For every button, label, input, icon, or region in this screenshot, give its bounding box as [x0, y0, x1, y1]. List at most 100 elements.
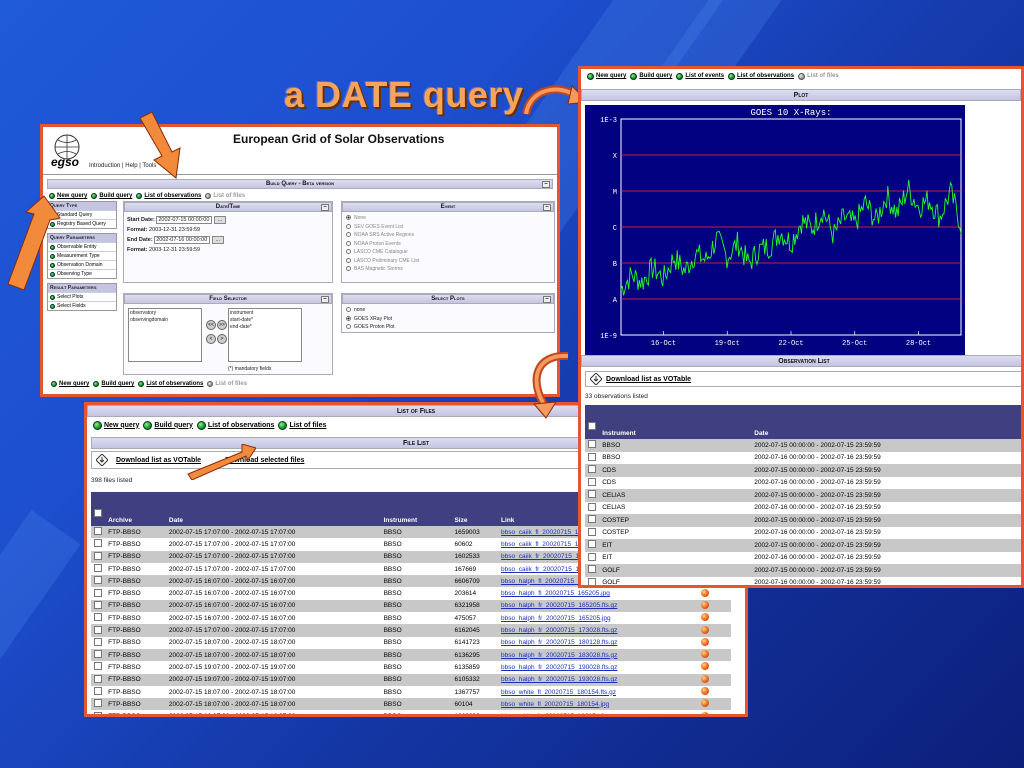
- remove-all-button[interactable]: <<: [206, 320, 216, 330]
- nav-list-of-files[interactable]: List of files: [205, 193, 245, 199]
- row-checkbox[interactable]: [588, 577, 596, 585]
- minimize-button[interactable]: –: [321, 296, 329, 303]
- radio-button-icon[interactable]: [346, 240, 351, 246]
- file-link[interactable]: bbso_white_fr_20020715_180154.fts.gz: [501, 713, 617, 714]
- radio-option-none[interactable]: None: [346, 214, 550, 223]
- radio-button-icon[interactable]: [346, 257, 351, 263]
- nav-build-query[interactable]: Build query: [91, 193, 132, 199]
- file-link[interactable]: bbso_white_fl_20020715_180154.jpg: [501, 701, 609, 708]
- preview-icon[interactable]: [700, 637, 709, 646]
- row-checkbox[interactable]: [94, 527, 102, 536]
- available-fields-list[interactable]: observatory observingdomain: [128, 308, 202, 362]
- file-link[interactable]: bbso_halph_fr_20020715_165205.fts.gz: [501, 602, 617, 609]
- row-checkbox[interactable]: [94, 699, 102, 708]
- column-header-size[interactable]: Size: [451, 502, 498, 526]
- file-link[interactable]: bbso_halph_fr_20020715_173028.fts.gz: [501, 627, 617, 634]
- preview-icon[interactable]: [700, 588, 709, 597]
- radio-button-icon[interactable]: [346, 307, 351, 313]
- minimize-button[interactable]: –: [543, 204, 551, 211]
- row-checkbox[interactable]: [588, 490, 596, 499]
- preview-icon[interactable]: [700, 674, 709, 683]
- row-checkbox[interactable]: [94, 576, 102, 585]
- nav-list-of-files[interactable]: List of files: [207, 381, 247, 387]
- preview-icon[interactable]: [700, 711, 709, 714]
- radio-button-icon[interactable]: [346, 215, 351, 221]
- row-checkbox[interactable]: [588, 502, 596, 511]
- radio-button-icon[interactable]: [346, 315, 351, 321]
- nav-list-of-observations[interactable]: List of observations: [138, 381, 203, 387]
- end-date-input[interactable]: 2002-07-16 00:00:00: [154, 236, 211, 244]
- preview-icon[interactable]: [700, 600, 709, 609]
- radio-option-none[interactable]: none: [346, 306, 550, 315]
- row-checkbox[interactable]: [588, 527, 596, 536]
- file-link[interactable]: bbso_caiik_fl_20020715_1: [501, 541, 578, 548]
- radio-option-lasco-cme-catalogue[interactable]: LASCO CME Catalogue: [346, 248, 550, 257]
- row-checkbox[interactable]: [94, 539, 102, 548]
- radio-option-lasco-preliminary-cme-list[interactable]: LASCO Preliminary CME List: [346, 257, 550, 266]
- radio-option-goes-xray-plot[interactable]: GOES XRay Plot: [346, 315, 550, 324]
- row-checkbox[interactable]: [94, 637, 102, 646]
- preview-icon[interactable]: [700, 650, 709, 659]
- row-checkbox[interactable]: [588, 477, 596, 486]
- radio-button-icon[interactable]: [346, 266, 351, 272]
- row-checkbox[interactable]: [588, 552, 596, 561]
- row-checkbox[interactable]: [94, 600, 102, 609]
- nav-list-of-observations[interactable]: List of observations: [136, 193, 201, 199]
- nav-build-query[interactable]: Build query: [93, 381, 134, 387]
- nav-new-query[interactable]: New query: [587, 72, 626, 80]
- nav-new-query[interactable]: New query: [51, 381, 89, 387]
- row-checkbox[interactable]: [588, 565, 596, 574]
- file-link[interactable]: bbso_halph_fr_20020715_165205.jpg: [501, 615, 611, 622]
- column-header-date[interactable]: Date: [166, 502, 381, 526]
- column-header-archive[interactable]: Archive: [105, 502, 166, 526]
- file-link[interactable]: bbso_halph_fr_20020715_193028.fts.gz: [501, 676, 617, 683]
- file-link[interactable]: bbso_caiik_fl_20020715_1: [501, 529, 578, 536]
- file-link[interactable]: bbso_white_fl_20020715_180154.fts.gz: [501, 689, 616, 696]
- file-link[interactable]: bbso_caiik_fr_20020715_1: [501, 566, 579, 573]
- row-checkbox[interactable]: [94, 564, 102, 573]
- row-checkbox[interactable]: [588, 452, 596, 461]
- minimize-button[interactable]: –: [542, 181, 550, 188]
- preview-icon[interactable]: [700, 662, 709, 671]
- select-all-checkbox[interactable]: [94, 509, 103, 517]
- radio-button-icon[interactable]: [346, 223, 351, 229]
- preview-icon[interactable]: [700, 699, 709, 708]
- column-header-instrument[interactable]: Instrument: [381, 502, 452, 526]
- minimize-button[interactable]: –: [543, 296, 551, 303]
- radio-button-icon[interactable]: [346, 324, 351, 330]
- radio-button-icon[interactable]: [346, 232, 351, 238]
- row-checkbox[interactable]: [588, 515, 596, 524]
- nav-build-query[interactable]: Build query: [143, 420, 193, 430]
- row-checkbox[interactable]: [94, 687, 102, 695]
- egso-logo[interactable]: egso: [49, 133, 85, 169]
- field-option[interactable]: start-date*: [230, 317, 300, 324]
- file-link[interactable]: bbso_halph_fl_20020715_165205.jpg: [501, 590, 610, 597]
- preview-icon[interactable]: [700, 613, 709, 622]
- row-checkbox[interactable]: [94, 650, 102, 659]
- file-link[interactable]: bbso_halph_fr_20020715_183028.fts.gz: [501, 652, 617, 659]
- radio-option-noaa-srs-active-regions[interactable]: NOAA SRS Active Regions: [346, 231, 550, 240]
- row-checkbox[interactable]: [94, 625, 102, 634]
- row-checkbox[interactable]: [94, 662, 102, 671]
- nav-build-query[interactable]: Build query: [630, 72, 672, 80]
- row-checkbox[interactable]: [588, 440, 596, 449]
- row-checkbox[interactable]: [94, 551, 102, 560]
- file-link[interactable]: bbso_caiik_fr_20020715_1: [501, 553, 579, 560]
- nav-new-query[interactable]: New query: [93, 420, 139, 430]
- selected-fields-list[interactable]: instrument start-date* end-date*: [228, 308, 302, 362]
- start-date-input[interactable]: 2002-07-15 00:00:00: [156, 216, 213, 224]
- add-all-button[interactable]: >>: [217, 320, 227, 330]
- minimize-button[interactable]: –: [321, 204, 329, 211]
- row-checkbox[interactable]: [94, 674, 102, 683]
- nav-list-of-files[interactable]: List of files: [278, 420, 326, 430]
- preview-icon[interactable]: [700, 687, 709, 695]
- row-checkbox[interactable]: [94, 711, 102, 714]
- nav-list-of-files[interactable]: List of files: [798, 72, 839, 80]
- start-date-picker-button[interactable]: ...: [213, 216, 226, 224]
- radio-option-sev-goes-event-list[interactable]: SEV GOES Event List: [346, 223, 550, 232]
- field-option[interactable]: observatory: [130, 310, 200, 317]
- row-checkbox[interactable]: [588, 465, 596, 474]
- field-option[interactable]: end-date*: [230, 324, 300, 331]
- field-option[interactable]: instrument: [230, 310, 300, 317]
- select-all-checkbox[interactable]: [588, 422, 597, 430]
